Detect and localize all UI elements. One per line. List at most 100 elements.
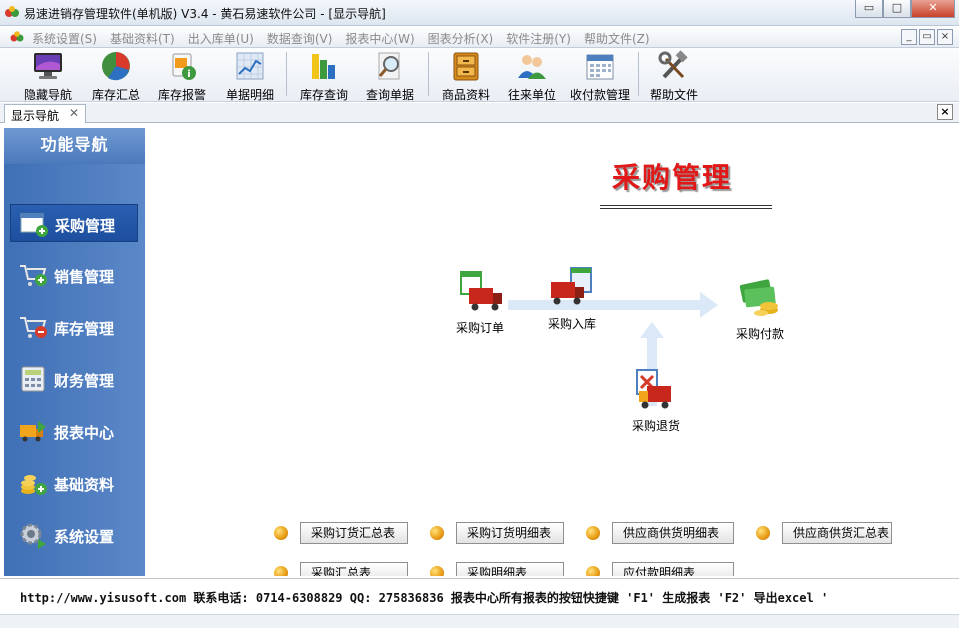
nav-label: 系统设置 bbox=[54, 528, 115, 546]
status-text: http://www.yisusoft.com 联系电话: 0714-63088… bbox=[20, 591, 829, 605]
toolbar-label: 帮助文件 bbox=[649, 88, 698, 102]
report-purchase-detail-button[interactable]: 采购明细表 bbox=[456, 562, 564, 576]
toolbar-hide-nav-button[interactable]: 隐藏导航 bbox=[20, 50, 76, 102]
menu-help[interactable]: 帮助文件(Z) bbox=[584, 30, 650, 47]
report-supplier-summary-button[interactable]: 供应商供货汇总表 bbox=[782, 522, 892, 544]
flow-label: 采购退货 bbox=[631, 419, 680, 433]
payment-money-icon bbox=[739, 279, 778, 316]
nav-item-finance[interactable]: 财务管理 bbox=[10, 360, 138, 398]
toolbar-help-button[interactable]: 帮助文件 bbox=[646, 50, 702, 102]
toolbar-stock-summary-button[interactable]: 库存汇总 bbox=[88, 50, 144, 102]
report-item: 采购明细表 bbox=[430, 562, 564, 576]
nav-item-report-center[interactable]: 报表中心 bbox=[10, 412, 138, 450]
inbound-truck-icon bbox=[551, 267, 592, 305]
toolbar-label: 商品资料 bbox=[441, 88, 490, 102]
app-logo-icon bbox=[5, 6, 19, 17]
flow-purchase-inbound[interactable]: 采购入库 bbox=[540, 266, 604, 332]
report-row-clip: 采购汇总表 采购明细表 应付款明细表 bbox=[4, 558, 955, 576]
nav-item-basic-data[interactable]: 基础资料 bbox=[10, 464, 138, 502]
toolbar-separator bbox=[428, 52, 429, 96]
report-item: 供应商供货汇总表 bbox=[756, 522, 892, 544]
tools-icon bbox=[658, 50, 688, 79]
flow-purchase-order[interactable]: 采购订单 bbox=[450, 270, 510, 336]
window-title: 易速进销存管理软件(单机版) V3.4 - 黄石易速软件公司 - [显示导航] bbox=[24, 7, 386, 21]
toolbar-stock-alert-button[interactable]: i 库存报警 bbox=[154, 50, 210, 102]
bullet-dot-icon bbox=[274, 566, 288, 576]
close-document-button[interactable]: × bbox=[937, 104, 953, 120]
users-icon bbox=[518, 55, 546, 79]
nav-label: 采购管理 bbox=[55, 217, 116, 235]
menu-bar: 系统设置(S) 基础资料(T) 出入库单(U) 数据查询(V) 报表中心(W) … bbox=[0, 27, 959, 48]
menu-basic-data[interactable]: 基础资料(T) bbox=[110, 30, 175, 47]
mdi-minimize-button[interactable]: _ bbox=[901, 29, 917, 45]
order-truck-icon bbox=[460, 271, 502, 311]
mdi-restore-button[interactable]: ▭ bbox=[919, 29, 935, 45]
flow-purchase-return[interactable]: 采购退货 bbox=[624, 368, 688, 434]
toolbar-label: 收付款管理 bbox=[569, 88, 630, 102]
toolbar-payments-button[interactable]: 收付款管理 bbox=[566, 50, 634, 102]
report-buttons-row: 采购订货汇总表 采购订货明细表 供应商供货明细表 供应商供货汇总表 bbox=[274, 522, 914, 544]
nav-label: 销售管理 bbox=[54, 268, 115, 286]
toolbar-separator bbox=[638, 52, 639, 96]
line-chart-icon bbox=[236, 52, 264, 80]
page-title: 采购管理 bbox=[612, 161, 733, 194]
menu-chart-analysis[interactable]: 图表分析(X) bbox=[428, 30, 494, 47]
toolbar-label: 库存查询 bbox=[299, 88, 348, 102]
menu-data-query[interactable]: 数据查询(V) bbox=[267, 30, 333, 47]
bullet-dot-icon bbox=[274, 526, 288, 540]
title-underline bbox=[600, 205, 772, 209]
toolbar-doc-detail-button[interactable]: 单据明细 bbox=[222, 50, 278, 102]
nav-item-system-settings[interactable]: 系统设置 bbox=[10, 516, 138, 554]
gear-icon bbox=[20, 523, 46, 549]
nav-header: 功能导航 bbox=[4, 128, 145, 164]
menu-report-center[interactable]: 报表中心(W) bbox=[345, 30, 414, 47]
tab-show-navigation[interactable]: 显示导航 ✕ bbox=[4, 104, 86, 123]
toolbar-query-docs-button[interactable]: 查询单据 bbox=[362, 50, 418, 102]
toolbar-stock-query-button[interactable]: 库存查询 bbox=[296, 50, 352, 102]
nav-item-purchase[interactable]: 采购管理 bbox=[10, 204, 138, 242]
bullet-dot-icon bbox=[586, 566, 600, 576]
bullet-dot-icon bbox=[756, 526, 770, 540]
report-truck-icon bbox=[20, 421, 46, 442]
report-purchase-order-detail-button[interactable]: 采购订货明细表 bbox=[456, 522, 564, 544]
report-payable-detail-button[interactable]: 应付款明细表 bbox=[612, 562, 734, 576]
flow-label: 采购订单 bbox=[455, 321, 504, 335]
toolbar-product-data-button[interactable]: 商品资料 bbox=[438, 50, 494, 102]
report-item: 供应商供货明细表 bbox=[586, 522, 734, 544]
close-button[interactable]: ✕ bbox=[911, 0, 955, 18]
magnifier-icon bbox=[378, 52, 400, 80]
minimize-button[interactable]: ▭ bbox=[855, 0, 883, 18]
nav-item-inventory[interactable]: 库存管理 bbox=[10, 308, 138, 346]
mdi-close-button[interactable]: × bbox=[937, 29, 953, 45]
menu-in-out-orders[interactable]: 出入库单(U) bbox=[188, 30, 254, 47]
report-item: 应付款明细表 bbox=[586, 562, 734, 576]
report-buttons-row-2: 采购汇总表 采购明细表 应付款明细表 bbox=[274, 562, 756, 576]
toolbar-label: 隐藏导航 bbox=[23, 88, 72, 102]
report-purchase-summary-button[interactable]: 采购汇总表 bbox=[300, 562, 408, 576]
nav-item-sales[interactable]: 销售管理 bbox=[10, 256, 138, 294]
nav-label: 基础资料 bbox=[54, 476, 115, 494]
rss-alert-icon: i bbox=[172, 53, 196, 80]
toolbar-label: 查询单据 bbox=[365, 88, 414, 102]
function-nav: 功能导航 采购管理 销售管理 库存管理 财务管理 报表中心 基础资料 系统设置 bbox=[4, 128, 145, 576]
tab-close-icon[interactable]: ✕ bbox=[69, 106, 79, 120]
toolbar-label: 库存汇总 bbox=[91, 88, 140, 102]
toolbar-partners-button[interactable]: 往来单位 bbox=[504, 50, 560, 102]
nav-label: 财务管理 bbox=[54, 372, 115, 390]
nav-label: 库存管理 bbox=[54, 320, 115, 338]
status-bar: http://www.yisusoft.com 联系电话: 0714-63088… bbox=[0, 578, 959, 614]
menu-system-settings[interactable]: 系统设置(S) bbox=[32, 30, 97, 47]
report-item: 采购订货明细表 bbox=[430, 522, 564, 544]
pie-chart-icon bbox=[102, 52, 130, 81]
maximize-button[interactable]: □ bbox=[883, 0, 911, 18]
nav-label: 报表中心 bbox=[54, 424, 115, 442]
report-item: 采购汇总表 bbox=[274, 562, 408, 576]
return-truck-icon bbox=[636, 369, 671, 409]
menu-registration[interactable]: 软件注册(Y) bbox=[506, 30, 571, 47]
report-supplier-detail-button[interactable]: 供应商供货明细表 bbox=[612, 522, 734, 544]
toolbar-label: 单据明细 bbox=[225, 88, 274, 102]
bottom-bar bbox=[0, 614, 959, 628]
flow-purchase-payment[interactable]: 采购付款 bbox=[728, 276, 792, 342]
coins-icon bbox=[21, 475, 47, 495]
report-purchase-order-summary-button[interactable]: 采购订货汇总表 bbox=[300, 522, 408, 544]
